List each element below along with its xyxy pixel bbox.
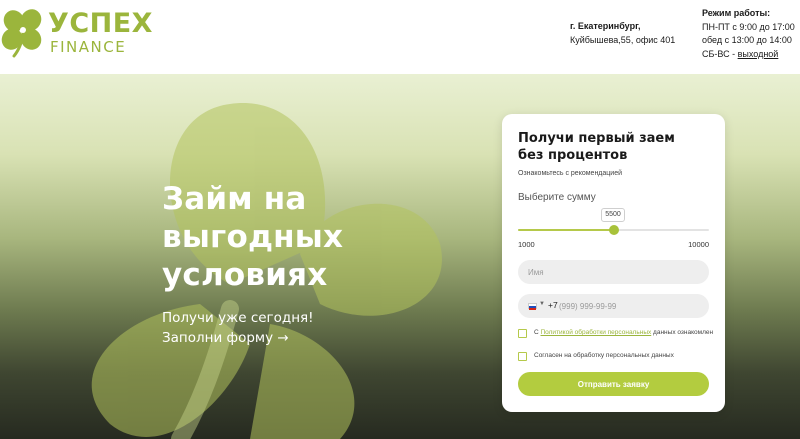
hours-lunch: обед с 13:00 до 14:00 <box>702 35 792 45</box>
loan-application-form: Получи первый заем без процентов Ознаком… <box>502 114 725 412</box>
hours-weekdays: ПН-ПТ с 9:00 до 17:00 <box>702 21 795 32</box>
hours-title: Режим работы: <box>702 8 771 18</box>
slider-value-badge: 5500 <box>601 208 625 222</box>
phone-input[interactable] <box>559 298 699 314</box>
hero-title-line: условиях <box>162 257 328 293</box>
clover-icon <box>1 9 42 58</box>
recommendations-link[interactable]: Ознакомьтесь с рекомендацией <box>518 170 622 177</box>
russia-flag-icon[interactable] <box>528 303 537 310</box>
hero-title-line: выгодных <box>162 219 344 255</box>
working-hours: Режим работы: ПН-ПТ с 9:00 до 17:00 обед… <box>702 7 800 61</box>
consent-processing-checkbox[interactable] <box>518 352 527 361</box>
address-street: Куйбышева,55, офис 401 <box>570 35 676 45</box>
name-input[interactable] <box>518 260 709 284</box>
privacy-policy-link[interactable]: Политикой обработки персональных <box>541 329 652 336</box>
weekend-link[interactable]: выходной <box>738 49 779 59</box>
consent-policy-suffix: данных ознакомлен <box>651 329 714 336</box>
form-title: Получи первый заем без процентов <box>518 130 713 164</box>
address-city: г. Екатеринбург, <box>570 21 641 31</box>
logo-wordmark: УСПЕХ <box>48 8 153 39</box>
consent-policy-text: С Политикой обработки персональных данны… <box>534 329 714 337</box>
hero-title: Займ на выгодных условиях <box>162 180 422 294</box>
hero-subtitle-text: Получи уже сегодня! <box>162 310 314 326</box>
slider-fill <box>518 229 614 231</box>
slider-max-label: 10000 <box>688 240 709 249</box>
consent-processing-text: Согласен на обработку персональных данны… <box>534 352 674 359</box>
site-header: УСПЕХ FINANCE г. Екатеринбург, Куйбышева… <box>0 0 800 74</box>
slider-thumb[interactable] <box>608 225 619 235</box>
hero-title-line: Займ на <box>162 181 307 217</box>
hours-weekend-prefix: СБ-ВС - <box>702 48 738 59</box>
chevron-down-icon[interactable]: ▼ <box>539 301 545 307</box>
form-title-line: Получи первый заем <box>518 131 675 146</box>
form-title-line: без процентов <box>518 148 628 163</box>
logo[interactable]: УСПЕХ FINANCE <box>0 6 160 58</box>
hero-subtitle: Получи уже сегодня! Заполни форму → <box>162 308 314 348</box>
amount-slider[interactable] <box>518 225 709 235</box>
consent-policy-checkbox[interactable] <box>518 329 527 338</box>
amount-label: Выберите сумму <box>518 192 596 203</box>
hours-weekend: СБ-ВС - выходной <box>702 48 800 62</box>
phone-field[interactable]: ▼ +7 <box>518 294 709 318</box>
slider-min-label: 1000 <box>518 240 535 249</box>
submit-button[interactable]: Отправить заявку <box>518 372 709 396</box>
logo-subtitle: FINANCE <box>50 38 127 56</box>
office-address: г. Екатеринбург, Куйбышева,55, офис 401 <box>570 19 685 47</box>
fill-form-link[interactable]: Заполни форму → <box>162 328 314 348</box>
phone-country-code: +7 <box>548 300 558 310</box>
